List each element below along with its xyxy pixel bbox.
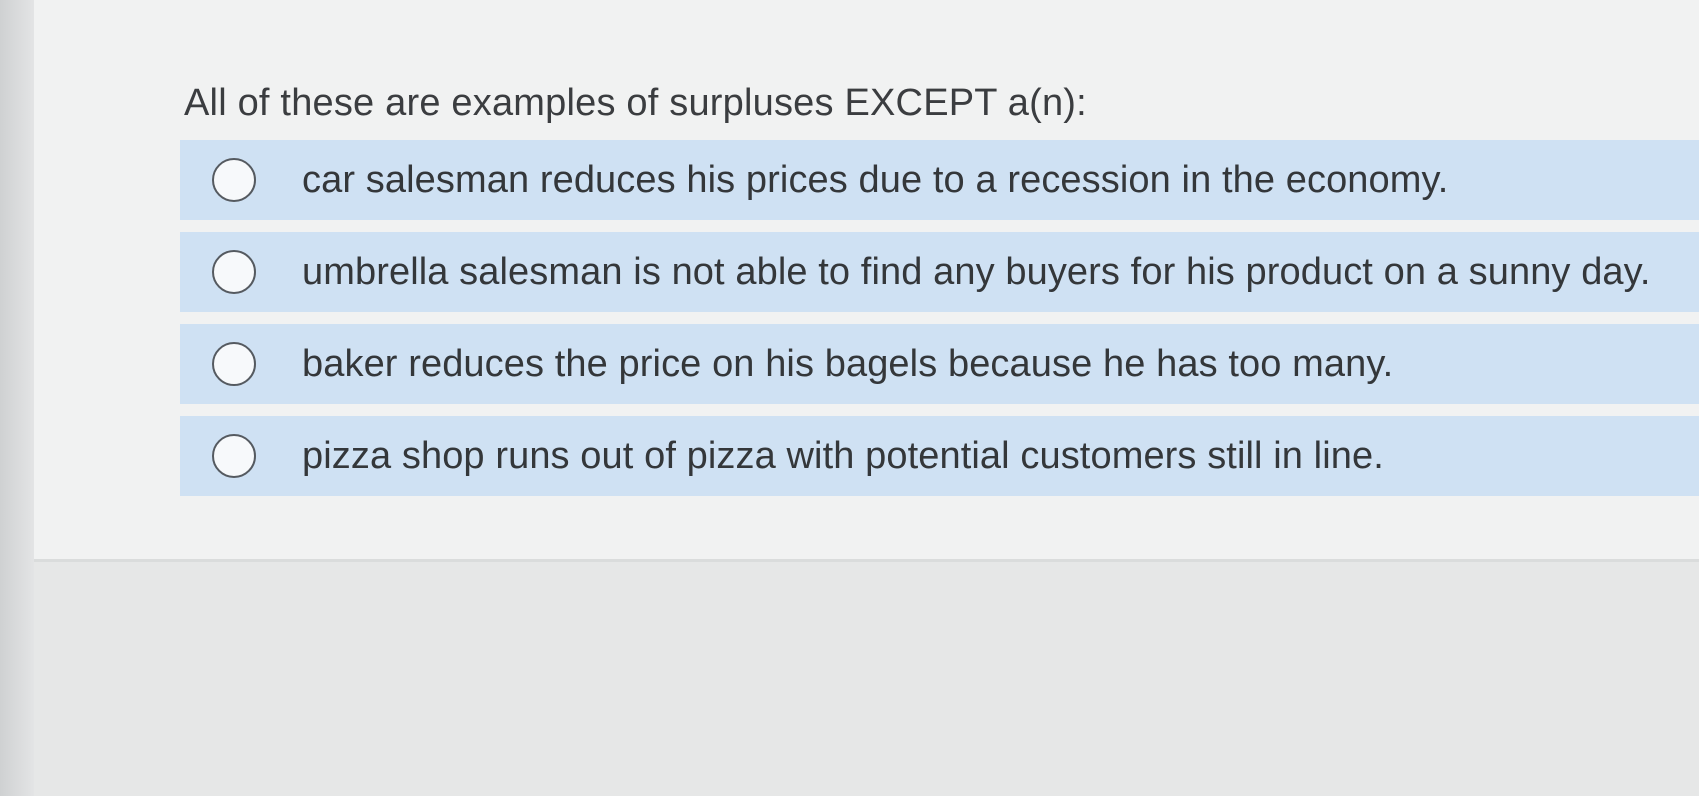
answer-option-1[interactable]: car salesman reduces his prices due to a… [180,140,1699,220]
radio-button-2[interactable] [212,250,256,294]
radio-button-1[interactable] [212,158,256,202]
answer-option-label: car salesman reduces his prices due to a… [302,158,1449,201]
screen-edge [0,0,34,796]
answer-option-4[interactable]: pizza shop runs out of pizza with potent… [180,416,1699,496]
radio-button-4[interactable] [212,434,256,478]
question-text: All of these are examples of surpluses E… [184,82,1087,124]
answer-option-label: baker reduces the price on his bagels be… [302,342,1394,385]
answer-option-3[interactable]: baker reduces the price on his bagels be… [180,324,1699,404]
answer-options: car salesman reduces his prices due to a… [180,140,1699,508]
answer-option-2[interactable]: umbrella salesman is not able to find an… [180,232,1699,312]
answer-option-label: umbrella salesman is not able to find an… [302,250,1651,293]
radio-button-3[interactable] [212,342,256,386]
answer-option-label: pizza shop runs out of pizza with potent… [302,434,1384,477]
question-card: All of these are examples of surpluses E… [34,0,1699,562]
